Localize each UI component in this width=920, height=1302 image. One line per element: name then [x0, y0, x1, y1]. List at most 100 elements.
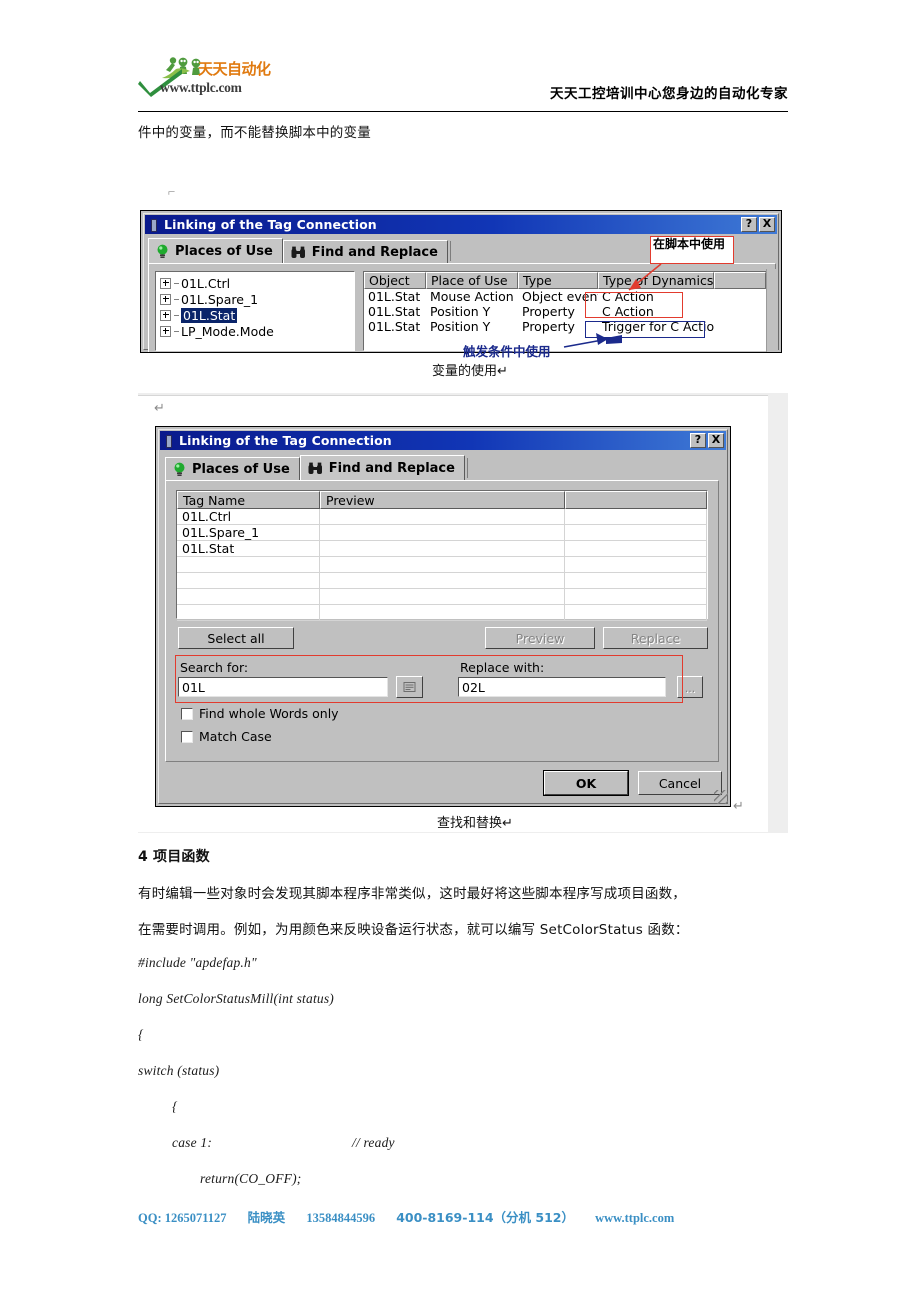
tree-item-selected[interactable]: 01L.Stat	[156, 307, 354, 323]
match-case-checkbox[interactable]: Match Case	[181, 729, 272, 744]
ok-button[interactable]: OK	[543, 770, 629, 796]
paragraph-mark-3: ↵	[733, 798, 744, 813]
tag-table-row[interactable]	[177, 557, 707, 573]
section-heading: 4 项目函数	[138, 849, 210, 865]
intro-paragraph: 件中的变量，而不能替换脚本中的变量	[138, 125, 371, 141]
checkbox-box[interactable]	[181, 730, 193, 743]
grid-col-place-of-use[interactable]: Place of Use	[426, 272, 518, 289]
cell-extra	[714, 319, 766, 334]
code-line: return(CO_OFF);	[200, 1171, 302, 1186]
cell-preview	[320, 573, 565, 588]
binoculars-icon	[291, 246, 306, 259]
resize-grip[interactable]	[714, 790, 728, 804]
figure1-title: Linking of the Tag Connection	[164, 217, 377, 232]
grid-col-extra[interactable]	[714, 272, 766, 289]
tree-item[interactable]: 01L.Spare_1	[156, 291, 354, 307]
replace-button[interactable]: Replace	[603, 627, 708, 649]
code-line: #include "apdefap.h"	[138, 955, 257, 970]
preview-button[interactable]: Preview	[485, 627, 595, 649]
col-preview[interactable]: Preview	[320, 491, 565, 509]
checkbox-box[interactable]	[181, 707, 193, 720]
col-tag-name[interactable]: Tag Name	[177, 491, 320, 509]
tag-table-row[interactable]: 01L.Stat	[177, 541, 707, 557]
figure2-caption: 查找和替换↵	[437, 816, 513, 831]
cell-preview	[320, 557, 565, 572]
code-line: long SetColorStatusMill(int status)	[138, 991, 335, 1006]
tree-item[interactable]: LP_Mode.Mode	[156, 323, 354, 339]
tag-tree[interactable]: 01L.Ctrl 01L.Spare_1 01L.Stat LP_Mode.Mo…	[156, 272, 354, 350]
cell-extra	[714, 304, 766, 319]
tag-table-row[interactable]	[177, 605, 707, 621]
tag-table-row[interactable]	[177, 589, 707, 605]
figure2-title-buttons: ? X	[690, 433, 724, 448]
cell-tag-name	[177, 589, 320, 604]
tag-table[interactable]: Tag Name Preview 01L.Ctrl 01L.Spare_1 01…	[177, 491, 707, 621]
figure1-tabstrip: Places of Use Find and Replace	[148, 238, 451, 263]
tag-table-row[interactable]: 01L.Spare_1	[177, 525, 707, 541]
tab-find-and-replace-label: Find and Replace	[328, 460, 455, 476]
logo-chinese-text: 天天自动化	[198, 60, 271, 78]
help-button[interactable]: ?	[690, 433, 706, 448]
tab-find-and-replace[interactable]: Find and Replace	[299, 455, 465, 480]
expand-plus-icon[interactable]	[160, 293, 171, 305]
cell-extra	[565, 541, 707, 556]
find-whole-words-label: Find whole Words only	[199, 706, 339, 721]
cell-tag-name: 01L.Spare_1	[177, 525, 320, 540]
tag-table-row[interactable]	[177, 573, 707, 589]
annotation-label-script: 在脚本中使用	[650, 236, 734, 264]
page-footer: QQ: 1265071127 陆晓英 13584844596 400-8169-…	[138, 1207, 798, 1226]
footer-name: 陆晓英	[247, 1210, 286, 1225]
expand-plus-icon[interactable]	[160, 325, 171, 337]
figure1-titlebar[interactable]: Linking of the Tag Connection ? X	[145, 215, 777, 234]
tree-item-label: LP_Mode.Mode	[181, 323, 274, 339]
expand-plus-icon[interactable]	[160, 309, 171, 321]
col-extra[interactable]	[565, 491, 707, 509]
figure1-tree-frame: 01L.Ctrl 01L.Spare_1 01L.Stat LP_Mode.Mo…	[155, 271, 355, 351]
close-button[interactable]: X	[708, 433, 724, 448]
tab-places-of-use[interactable]: Places of Use	[148, 238, 283, 263]
tab-places-of-use-label: Places of Use	[192, 461, 290, 477]
cell-preview	[320, 525, 565, 540]
figure1-title-buttons: ? X	[741, 217, 775, 232]
paragraph-mark-2: ↵	[154, 400, 165, 415]
cell-place-of-use: Position Y	[430, 304, 491, 319]
cancel-button[interactable]: Cancel	[638, 771, 722, 795]
annotation-label-trigger: 触发条件中使用	[463, 344, 551, 359]
cell-tag-name: 01L.Ctrl	[177, 509, 320, 524]
cell-tag-name	[177, 605, 320, 620]
expand-plus-icon[interactable]	[160, 277, 171, 289]
window-icon	[163, 434, 176, 448]
tree-item[interactable]: 01L.Ctrl	[156, 275, 354, 291]
logo-url-text: www.ttplc.com	[160, 80, 242, 95]
figure2-tabstrip: Places of Use Find and Replace	[165, 455, 468, 480]
tab-places-of-use-label: Places of Use	[175, 243, 273, 259]
find-whole-words-checkbox[interactable]: Find whole Words only	[181, 706, 339, 721]
figure2-titlebar[interactable]: Linking of the Tag Connection ? X	[160, 431, 726, 450]
tree-connector	[174, 282, 179, 284]
select-all-button[interactable]: Select all	[178, 627, 294, 649]
help-button[interactable]: ?	[741, 217, 757, 232]
cell-place-of-use: Mouse Action	[430, 289, 514, 304]
annotation-arrow-trigger	[563, 333, 622, 348]
tab-find-and-replace-label: Find and Replace	[311, 244, 438, 260]
tab-find-and-replace[interactable]: Find and Replace	[282, 240, 448, 263]
annotation-arrow-script	[628, 263, 662, 291]
grid-col-type[interactable]: Type	[518, 272, 598, 289]
footer-hotline: 400-8169-114（分机 512）	[396, 1210, 574, 1225]
cell-tag-name	[177, 557, 320, 572]
tag-table-row[interactable]: 01L.Ctrl	[177, 509, 707, 525]
close-button[interactable]: X	[759, 217, 775, 232]
figure1-vertical-scrollbar[interactable]	[766, 269, 778, 352]
header-divider	[138, 111, 788, 112]
grid-row[interactable]: 01L.Stat Mouse Action Object event C Act…	[364, 289, 766, 304]
figure1-caption: 变量的使用↵	[432, 364, 508, 379]
footer-qq: QQ: 1265071127	[138, 1211, 227, 1225]
grid-col-object[interactable]: Object	[364, 272, 426, 289]
grid-row[interactable]: 01L.Stat Position Y Property C Action	[364, 304, 766, 319]
tab-places-of-use[interactable]: Places of Use	[165, 457, 300, 480]
cell-object: 01L.Stat	[368, 289, 421, 304]
code-line: {	[138, 1027, 144, 1042]
match-case-label: Match Case	[199, 729, 272, 744]
cell-tag-name: 01L.Stat	[177, 541, 320, 556]
tree-connector	[174, 330, 179, 332]
